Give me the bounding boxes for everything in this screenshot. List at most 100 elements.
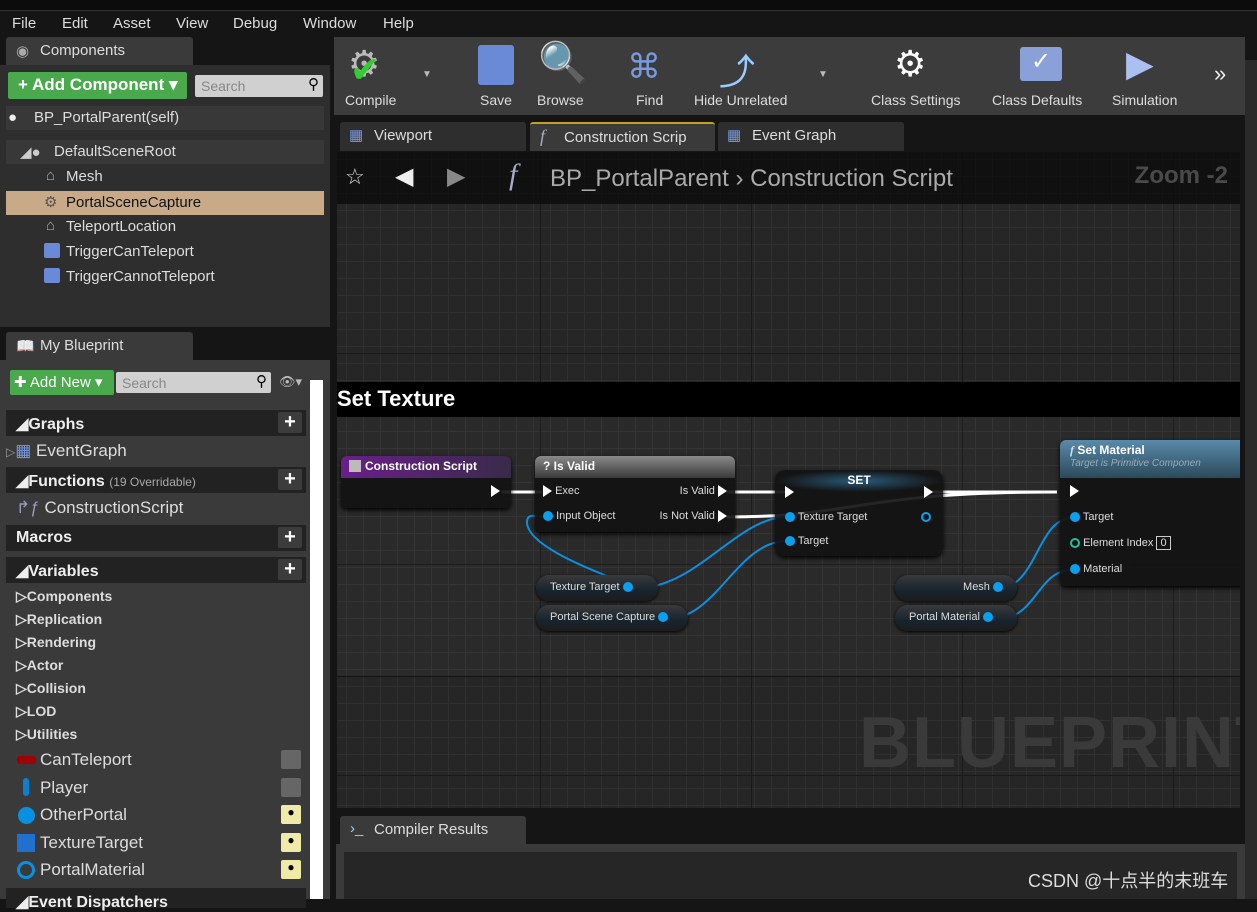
target-pin[interactable]: Target [1070, 511, 1113, 523]
menu-asset[interactable]: Asset [113, 15, 151, 32]
event-graph-icon: ▦ [15, 441, 32, 460]
is-valid-pin[interactable]: Is Valid [680, 485, 727, 498]
getter-texture-target[interactable]: Texture Target [536, 575, 658, 601]
tree-item-self[interactable]: ● BP_PortalParent(self) [6, 106, 324, 130]
class-settings-button[interactable]: Class Settings [871, 92, 960, 108]
variable-texturetarget[interactable]: TextureTarget [40, 833, 143, 853]
var-category[interactable]: ▷Utilities [6, 726, 77, 743]
add-function-button[interactable]: + [278, 469, 302, 490]
tree-item-triggercannotteleport[interactable]: TriggerCannotTeleport [6, 265, 324, 289]
browse-button[interactable]: Browse [537, 92, 584, 108]
tree-item-mesh[interactable]: ⌂ Mesh [6, 165, 324, 189]
node-construction-script[interactable]: Construction Script [341, 456, 511, 508]
add-graph-button[interactable]: + [278, 412, 302, 433]
tab-label: Components [40, 42, 126, 59]
tab-event-graph[interactable]: ▦ Event Graph [718, 122, 904, 151]
variable-portalmaterial[interactable]: PortalMaterial [40, 860, 145, 880]
compiler-results-tab[interactable]: ›_ Compiler Results [340, 816, 526, 844]
element-index-input[interactable]: 0 [1156, 536, 1171, 550]
macros-section[interactable]: Macros + [6, 525, 306, 551]
tab-label: Event Graph [752, 127, 837, 144]
getter-portal-material[interactable]: Portal Material [895, 605, 1017, 631]
is-not-valid-pin[interactable]: Is Not Valid [660, 510, 727, 523]
add-component-button[interactable]: + Add Component ▾ [8, 72, 187, 99]
element-index-pin[interactable]: Element Index 0 [1070, 536, 1171, 550]
tree-item-defaultsceneroot[interactable]: ◢● DefaultSceneRoot [6, 140, 324, 164]
more-toolbar-chevron-icon[interactable]: » [1214, 61, 1226, 87]
getter-portal-scene-capture[interactable]: Portal Scene Capture [536, 605, 688, 631]
variable-canteleport[interactable]: CanTeleport [40, 750, 132, 770]
hide-unrelated-dropdown[interactable]: ▼ [818, 69, 828, 80]
var-category[interactable]: ▷LOD [6, 703, 56, 720]
compile-options-dropdown[interactable]: ▼ [422, 69, 432, 80]
add-new-button[interactable]: ✚ Add New ▾ [10, 370, 114, 395]
eye-open-icon[interactable]: ● [281, 860, 301, 879]
class-defaults-icon: ✓ [1020, 47, 1062, 81]
eye-open-icon[interactable]: ● [281, 805, 301, 824]
exec-in-pin[interactable]: Exec [543, 485, 580, 498]
component-search-input[interactable]: Search ⚲ [195, 75, 323, 97]
hide-unrelated-button[interactable]: Hide Unrelated [694, 92, 787, 108]
menu-view[interactable]: View [176, 15, 208, 32]
function-item-constructionscript[interactable]: ↱ƒ ConstructionScript [16, 498, 183, 518]
node-set-material[interactable]: f Set Material Target is Primitive Compo… [1060, 440, 1240, 586]
simulation-button[interactable]: Simulation [1112, 92, 1177, 108]
variable-otherportal[interactable]: OtherPortal [40, 805, 127, 825]
tree-item-portalscenecapture[interactable]: ⚙ PortalSceneCapture [6, 191, 324, 215]
function-icon: f [540, 126, 546, 146]
compile-icon: ⚙ ✔ [348, 43, 381, 90]
menu-edit[interactable]: Edit [62, 15, 88, 32]
event-icon [349, 460, 361, 472]
texture-target-out-pin[interactable] [921, 511, 931, 523]
view-options-eye-icon[interactable]: 👁▾ [279, 374, 302, 390]
eye-open-icon[interactable]: ● [281, 833, 301, 852]
var-category[interactable]: ▷Actor [6, 657, 63, 674]
var-category[interactable]: ▷Collision [6, 680, 86, 697]
save-button[interactable]: Save [480, 92, 512, 108]
label: ConstructionScript [44, 498, 184, 517]
eye-closed-icon[interactable] [281, 750, 301, 769]
target-pin[interactable]: Target [785, 535, 828, 547]
tab-viewport[interactable]: ▦ Viewport [340, 122, 526, 151]
exec-out-pin[interactable] [924, 486, 933, 499]
class-defaults-button[interactable]: Class Defaults [992, 92, 1082, 108]
menu-debug[interactable]: Debug [233, 15, 277, 32]
add-variable-button[interactable]: + [278, 559, 302, 580]
exec-in-pin[interactable] [1070, 485, 1079, 498]
simulation-icon: ▶ [1126, 43, 1154, 84]
compile-button[interactable]: Compile [345, 92, 396, 108]
menu-help[interactable]: Help [383, 15, 414, 32]
exec-in-pin[interactable] [785, 486, 794, 499]
variables-section[interactable]: ◢Variables + [6, 557, 306, 583]
getter-mesh[interactable]: Mesh [895, 575, 1017, 601]
material-pin[interactable]: Material [1070, 563, 1122, 575]
node-set[interactable]: SET Texture Target Target [775, 470, 943, 556]
blueprint-search-input[interactable]: Search ⚲ [116, 372, 271, 393]
menu-file[interactable]: File [12, 15, 36, 32]
label: Functions [28, 473, 105, 490]
var-category[interactable]: ▷Rendering [6, 634, 96, 651]
blueprint-graph-canvas[interactable]: ☆ ◀ ▶ f BP_PortalParent › Construction S… [337, 152, 1240, 808]
node-is-valid[interactable]: ? Is Valid Exec Input Object Is Valid Is… [535, 456, 735, 532]
menu-window[interactable]: Window [303, 15, 356, 32]
add-macro-button[interactable]: + [278, 527, 302, 548]
var-category[interactable]: ▷Replication [6, 611, 102, 628]
components-tab[interactable]: ◉ Components [6, 37, 193, 65]
tree-item-triggercanteleport[interactable]: TriggerCanTeleport [6, 240, 324, 264]
tree-item-teleportlocation[interactable]: ⌂ TeleportLocation [6, 215, 324, 239]
functions-section[interactable]: ◢Functions (19 Overridable) + [6, 467, 306, 493]
eye-closed-icon[interactable] [281, 778, 301, 797]
exec-out-pin[interactable] [491, 485, 500, 498]
variable-player[interactable]: Player [40, 778, 88, 798]
find-button[interactable]: Find [636, 92, 663, 108]
input-object-pin[interactable]: Input Object [543, 510, 615, 522]
label: Add New [29, 374, 91, 391]
graph-item-eventgraph[interactable]: ▷▦ EventGraph [6, 441, 127, 461]
graphs-section[interactable]: ◢Graphs + [6, 410, 306, 436]
var-category[interactable]: ▷Components [6, 588, 112, 605]
my-blueprint-tab[interactable]: 📖 My Blueprint [6, 332, 193, 360]
scrollbar[interactable] [310, 380, 323, 899]
event-dispatchers-section[interactable]: ◢Event Dispatchers [6, 888, 306, 911]
tab-construction-script[interactable]: f Construction Scrip [530, 122, 715, 151]
texture-target-pin[interactable]: Texture Target [785, 511, 867, 523]
